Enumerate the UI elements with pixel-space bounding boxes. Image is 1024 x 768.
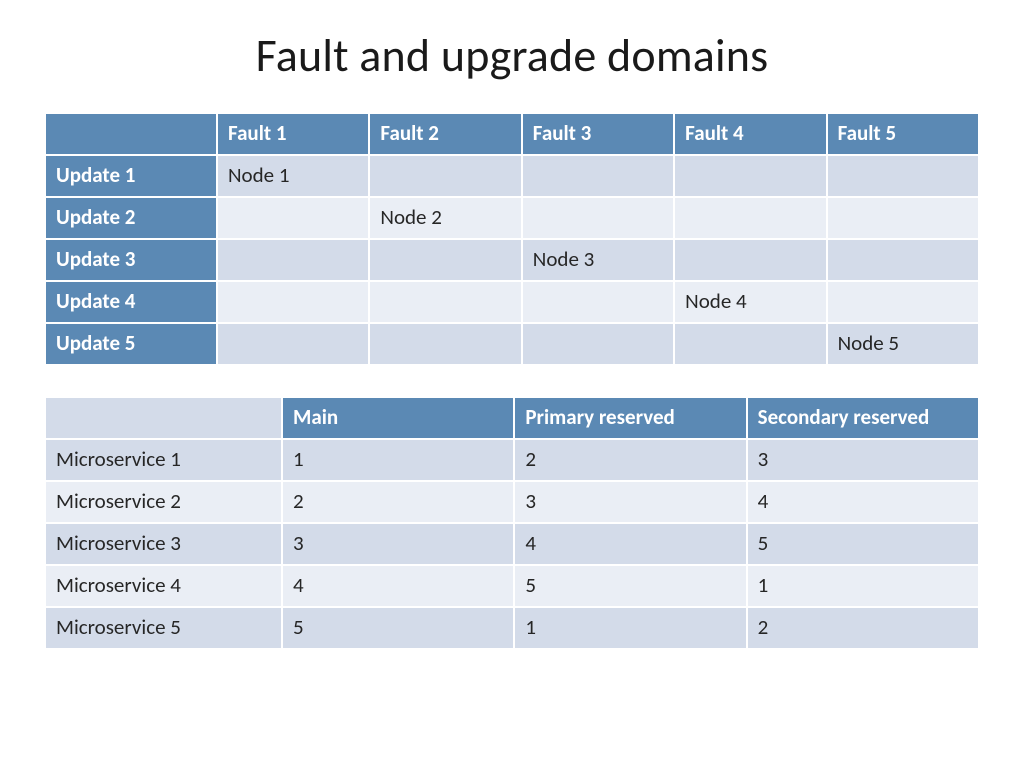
cell [218,198,368,238]
col-header: Fault 5 [828,114,978,154]
col-header: Primary reserved [515,398,745,438]
col-header: Main [283,398,513,438]
cell: 5 [515,566,745,606]
cell: 4 [283,566,513,606]
table-row: Microservice 1 1 2 3 [46,440,978,480]
cell: Node 1 [218,156,368,196]
col-header: Fault 3 [523,114,673,154]
col-header: Fault 4 [675,114,825,154]
cell [523,324,673,364]
cell [675,198,825,238]
cell: Node 3 [523,240,673,280]
table-row: Microservice 4 4 5 1 [46,566,978,606]
col-header: Secondary reserved [748,398,978,438]
cell [370,156,520,196]
row-header: Update 5 [46,324,216,364]
cell: 3 [748,440,978,480]
cell [370,324,520,364]
cell: 3 [283,524,513,564]
cell: 2 [515,440,745,480]
cell [370,240,520,280]
row-header: Microservice 5 [46,608,281,648]
table-row: Microservice 5 5 1 2 [46,608,978,648]
table-header-row: Fault 1 Fault 2 Fault 3 Fault 4 Fault 5 [46,114,978,154]
row-header: Microservice 2 [46,482,281,522]
cell [675,324,825,364]
slide: Fault and upgrade domains Fault 1 Fault … [0,0,1024,768]
row-header: Microservice 1 [46,440,281,480]
row-header: Update 2 [46,198,216,238]
cell [218,324,368,364]
cell [828,156,978,196]
row-header: Microservice 4 [46,566,281,606]
cell: 2 [748,608,978,648]
table-row: Update 4 Node 4 [46,282,978,322]
cell [828,198,978,238]
table-row: Microservice 2 2 3 4 [46,482,978,522]
cell [370,282,520,322]
row-header: Update 1 [46,156,216,196]
table-row: Update 2 Node 2 [46,198,978,238]
cell [523,282,673,322]
microservice-table: Main Primary reserved Secondary reserved… [44,396,980,650]
cell [218,240,368,280]
cell [218,282,368,322]
cell: Node 2 [370,198,520,238]
cell [675,240,825,280]
col-header: Fault 2 [370,114,520,154]
cell: 4 [748,482,978,522]
cell: Node 5 [828,324,978,364]
cell: 1 [748,566,978,606]
cell [523,156,673,196]
cell: 1 [515,608,745,648]
cell: Node 4 [675,282,825,322]
table-row: Microservice 3 3 4 5 [46,524,978,564]
table-row: Update 3 Node 3 [46,240,978,280]
col-header: Fault 1 [218,114,368,154]
cell [675,156,825,196]
cell [523,198,673,238]
spacer [44,366,980,396]
row-header: Update 4 [46,282,216,322]
cell: 5 [748,524,978,564]
corner-cell [46,114,216,154]
cell: 1 [283,440,513,480]
cell: 2 [283,482,513,522]
table-row: Update 1 Node 1 [46,156,978,196]
table-row: Update 5 Node 5 [46,324,978,364]
cell: 3 [515,482,745,522]
corner-cell [46,398,281,438]
table-header-row: Main Primary reserved Secondary reserved [46,398,978,438]
fault-update-table: Fault 1 Fault 2 Fault 3 Fault 4 Fault 5 … [44,112,980,366]
cell: 5 [283,608,513,648]
row-header: Update 3 [46,240,216,280]
cell [828,282,978,322]
cell [828,240,978,280]
cell: 4 [515,524,745,564]
slide-title: Fault and upgrade domains [44,28,980,84]
row-header: Microservice 3 [46,524,281,564]
